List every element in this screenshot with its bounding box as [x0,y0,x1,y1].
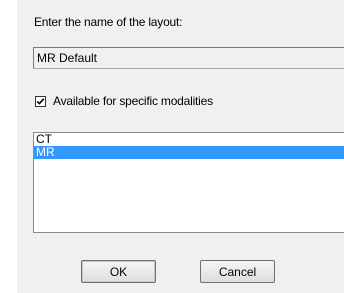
ok-button[interactable]: OK [81,260,156,283]
list-item-ct[interactable]: CT [34,133,344,146]
modalities-checkbox[interactable] [35,95,46,107]
modalities-checkbox-label: Available for specific modalities [53,94,213,108]
layout-name-input[interactable] [33,47,344,69]
layout-name-dialog: Enter the name of the layout: Available … [17,0,344,293]
checkmark-icon [36,97,45,105]
list-item-mr[interactable]: MR [34,146,344,159]
cancel-button[interactable]: Cancel [200,260,275,283]
modalities-list[interactable]: CT MR [33,132,344,233]
layout-name-prompt: Enter the name of the layout: [34,15,183,29]
modalities-checkbox-row[interactable]: Available for specific modalities [35,94,213,108]
